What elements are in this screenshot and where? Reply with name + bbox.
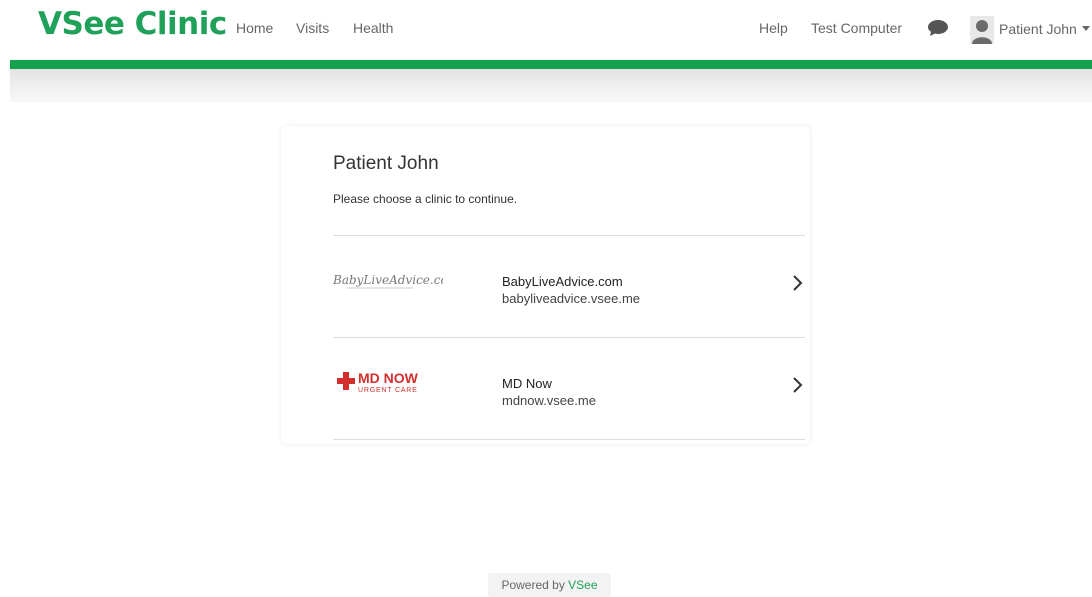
clinic-name: BabyLiveAdvice.com [502, 274, 623, 289]
subheader-band [10, 69, 1092, 102]
chevron-right-icon[interactable] [792, 274, 804, 292]
chat-bubble-icon[interactable] [927, 19, 949, 37]
powered-by-footer: Powered by VSee [488, 573, 611, 597]
mdnow-logo-subtext: URGENT CARE [358, 387, 418, 394]
page-title: Patient John [333, 153, 439, 174]
clinic-domain: mdnow.vsee.me [502, 393, 596, 408]
nav-home[interactable]: Home [236, 20, 273, 36]
footer-vsee-link[interactable]: VSee [568, 578, 597, 592]
user-name: Patient John [999, 21, 1077, 37]
clinic-row-mdnow[interactable]: MD NOW URGENT CARE MD Now mdnow.vsee.me [333, 338, 805, 438]
footer-prefix: Powered by [501, 578, 565, 592]
mdnow-logo: MD NOW URGENT CARE [337, 370, 419, 394]
instruction-text: Please choose a clinic to continue. [333, 192, 518, 206]
babyliveadvice-logo-text: BabyLiveAdvice.com [333, 273, 443, 287]
clinic-chooser-card: Patient John Please choose a clinic to c… [281, 126, 810, 444]
top-navigation-bar: VSee Clinic Home Visits Health Help Test… [0, 0, 1092, 60]
clinic-row-babyliveadvice[interactable]: BabyLiveAdvice.com BabyLiveAdvice.com ba… [333, 236, 805, 336]
nav-health[interactable]: Health [353, 20, 393, 36]
test-computer-link[interactable]: Test Computer [811, 20, 902, 36]
chevron-down-icon [1082, 26, 1090, 31]
brand-logo[interactable]: VSee Clinic [38, 6, 227, 42]
avatar-icon [970, 16, 994, 44]
nav-visits[interactable]: Visits [296, 20, 329, 36]
divider [333, 439, 805, 440]
babyliveadvice-logo: BabyLiveAdvice.com [333, 273, 443, 289]
clinic-domain: babyliveadvice.vsee.me [502, 291, 641, 306]
mdnow-logo-text: MD NOW [358, 370, 419, 386]
help-link[interactable]: Help [759, 20, 788, 36]
header-accent-bar [10, 60, 1092, 69]
clinic-name: MD Now [502, 376, 552, 391]
chevron-right-icon[interactable] [792, 376, 804, 394]
